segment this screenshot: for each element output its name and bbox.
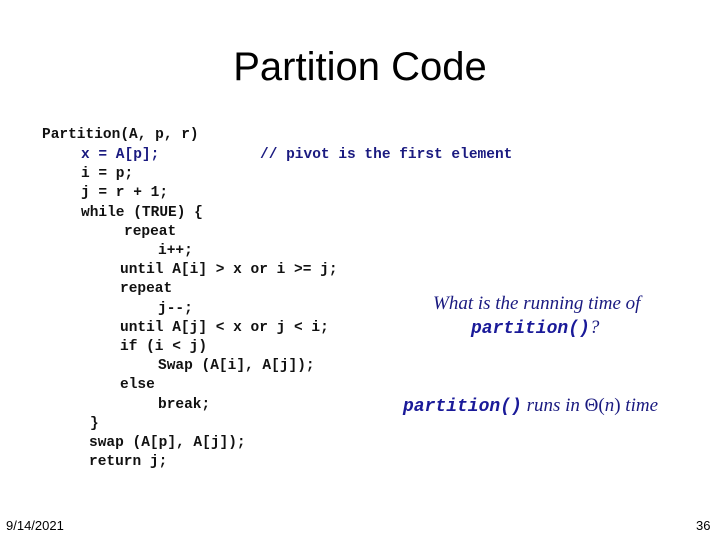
question-line-2: partition()?: [471, 316, 599, 341]
code-line: }: [90, 416, 99, 432]
question-function: partition(): [471, 319, 590, 339]
code-line: i++;: [158, 243, 193, 259]
code-line: until A[i] > x or i >= j;: [120, 262, 338, 278]
code-line: return j;: [89, 454, 168, 470]
code-line: if (i < j): [120, 339, 208, 355]
code-comment: // pivot is the first element: [260, 147, 513, 163]
code-line: break;: [158, 397, 211, 413]
answer-n: n: [604, 395, 615, 416]
slide-title: Partition Code: [233, 45, 487, 89]
code-line: j = r + 1;: [81, 185, 169, 201]
code-line: repeat: [120, 281, 173, 297]
answer-text: partition() runs in Θ(n) time: [403, 394, 658, 419]
answer-suffix: time: [620, 395, 659, 416]
code-line: j--;: [158, 301, 193, 317]
code-line: repeat: [124, 224, 177, 240]
slide-date: 9/14/2021: [6, 518, 64, 533]
code-line: Partition(A, p, r): [42, 127, 199, 143]
code-line: while (TRUE) {: [81, 205, 203, 221]
slide-number: 36: [696, 518, 711, 533]
code-line: until A[j] < x or j < i;: [120, 320, 329, 336]
code-line: else: [120, 377, 155, 393]
code-line: i = p;: [81, 166, 134, 182]
answer-function: partition(): [403, 397, 522, 417]
code-line: swap (A[p], A[j]);: [89, 435, 246, 451]
theta-symbol: Θ(: [584, 395, 605, 416]
code-line: Swap (A[i], A[j]);: [158, 358, 315, 374]
question-mark: ?: [589, 317, 600, 338]
question-text: What is the running time of: [433, 293, 641, 314]
answer-mid: runs in: [521, 395, 585, 416]
code-line: x = A[p];: [81, 147, 160, 163]
